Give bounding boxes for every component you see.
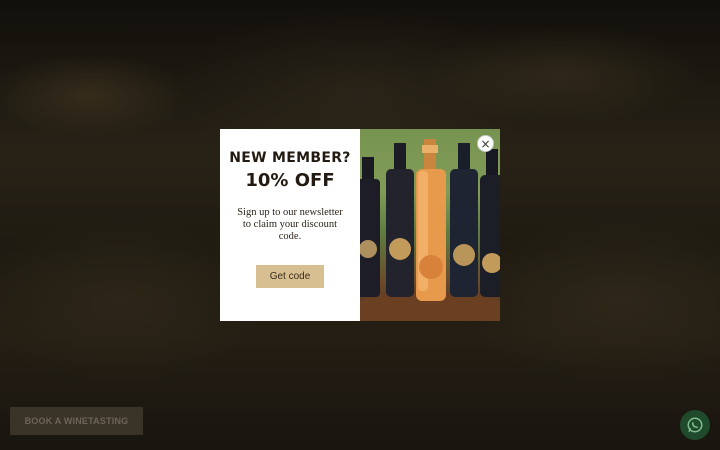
close-icon: × bbox=[480, 136, 491, 151]
popup-title: NEW MEMBER? bbox=[229, 150, 351, 166]
popup-discount: 10% OFF bbox=[245, 170, 335, 191]
popup-text-panel: NEW MEMBER? 10% OFF Sign up to our newsl… bbox=[220, 129, 360, 321]
wine-bottles-illustration bbox=[360, 129, 500, 321]
close-popup-button[interactable]: × bbox=[477, 135, 494, 152]
book-winetasting-button[interactable]: BOOK A WINETASTING bbox=[10, 407, 143, 435]
whatsapp-button[interactable] bbox=[680, 410, 710, 440]
popup-description: Sign up to our newsletter to claim your … bbox=[237, 207, 343, 242]
wine-bottles-image bbox=[360, 129, 500, 321]
get-code-button[interactable]: Get code bbox=[256, 265, 324, 288]
newsletter-popup: NEW MEMBER? 10% OFF Sign up to our newsl… bbox=[220, 129, 500, 321]
whatsapp-icon bbox=[687, 417, 703, 433]
